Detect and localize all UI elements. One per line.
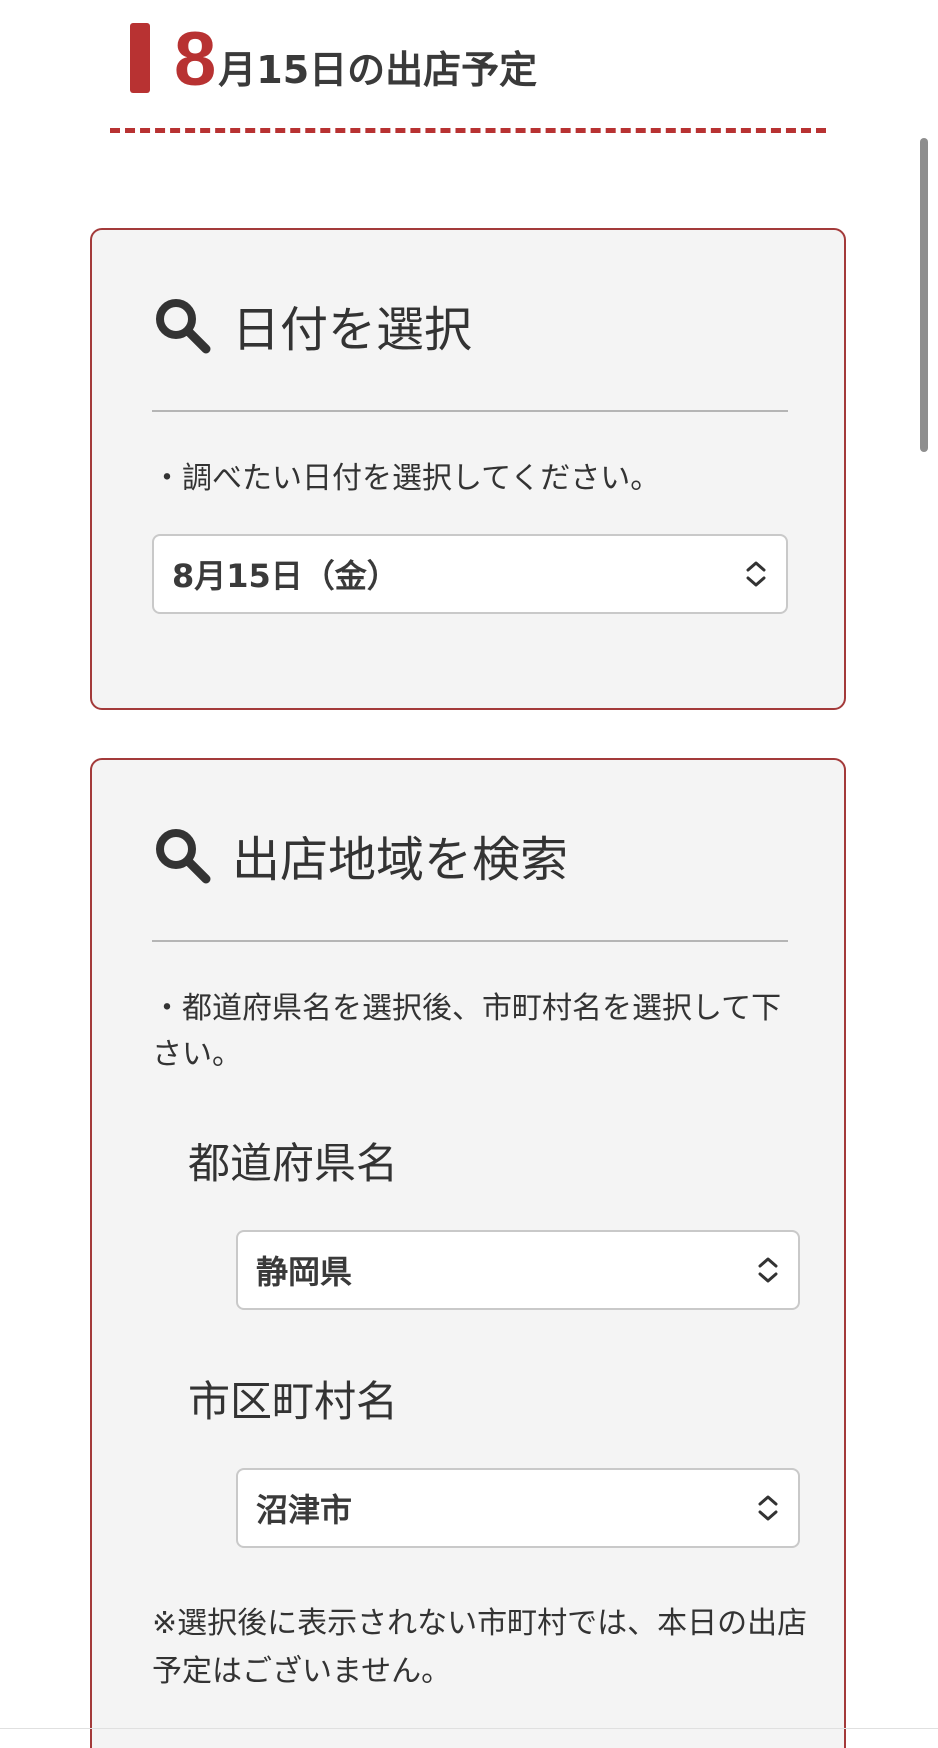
- heading-month-number: 8: [174, 17, 217, 102]
- heading-title: 月15日の出店予定: [218, 48, 538, 92]
- date-instruction: ・調べたい日付を選択してください。: [152, 461, 661, 496]
- heading-dashed-divider: [110, 128, 826, 133]
- area-instruction: ・都道府県名を選択後、市町村名を選択して下さい。: [152, 991, 782, 1072]
- prefecture-select-value: 静岡県: [256, 1253, 353, 1291]
- date-panel-title-text: 日付を選択: [232, 302, 473, 358]
- date-select[interactable]: 8月15日（金）: [152, 534, 788, 614]
- date-select-panel: 日付を選択 ・調べたい日付を選択してください。 8月15日（金）: [90, 228, 846, 710]
- search-icon: [156, 299, 211, 354]
- area-panel-title: 出店地域を検索: [152, 820, 568, 890]
- date-select-value: 8月15日（金）: [172, 557, 399, 595]
- page: 8 月15日の出店予定 日付を選択 ・調べたい日付を選択してください。 8月15…: [0, 0, 938, 1748]
- chevron-updown-icon: [758, 1257, 778, 1283]
- area-panel-title-text: 出店地域を検索: [232, 832, 569, 888]
- search-icon: [156, 829, 211, 884]
- city-select[interactable]: 沼津市: [236, 1468, 800, 1548]
- city-select-value: 沼津市: [256, 1491, 353, 1529]
- heading-accent-bar: [130, 23, 150, 93]
- city-label: 市区町村名: [188, 1377, 399, 1426]
- area-search-panel: 出店地域を検索 ・都道府県名を選択後、市町村名を選択して下さい。 都道府県名 静…: [90, 758, 846, 1748]
- bottom-edge: [0, 1728, 938, 1729]
- chevron-updown-icon: [746, 561, 766, 587]
- divider: [152, 410, 788, 412]
- area-note: ※選択後に表示されない市町村では、本日の出店予定はございません。: [152, 1606, 808, 1689]
- prefecture-label: 都道府県名: [188, 1139, 399, 1188]
- date-panel-title: 日付を選択: [152, 290, 472, 360]
- divider: [152, 940, 788, 942]
- page-heading: 8 月15日の出店予定: [130, 18, 537, 98]
- chevron-updown-icon: [758, 1495, 778, 1521]
- scrollbar[interactable]: [920, 138, 928, 452]
- prefecture-select[interactable]: 静岡県: [236, 1230, 800, 1310]
